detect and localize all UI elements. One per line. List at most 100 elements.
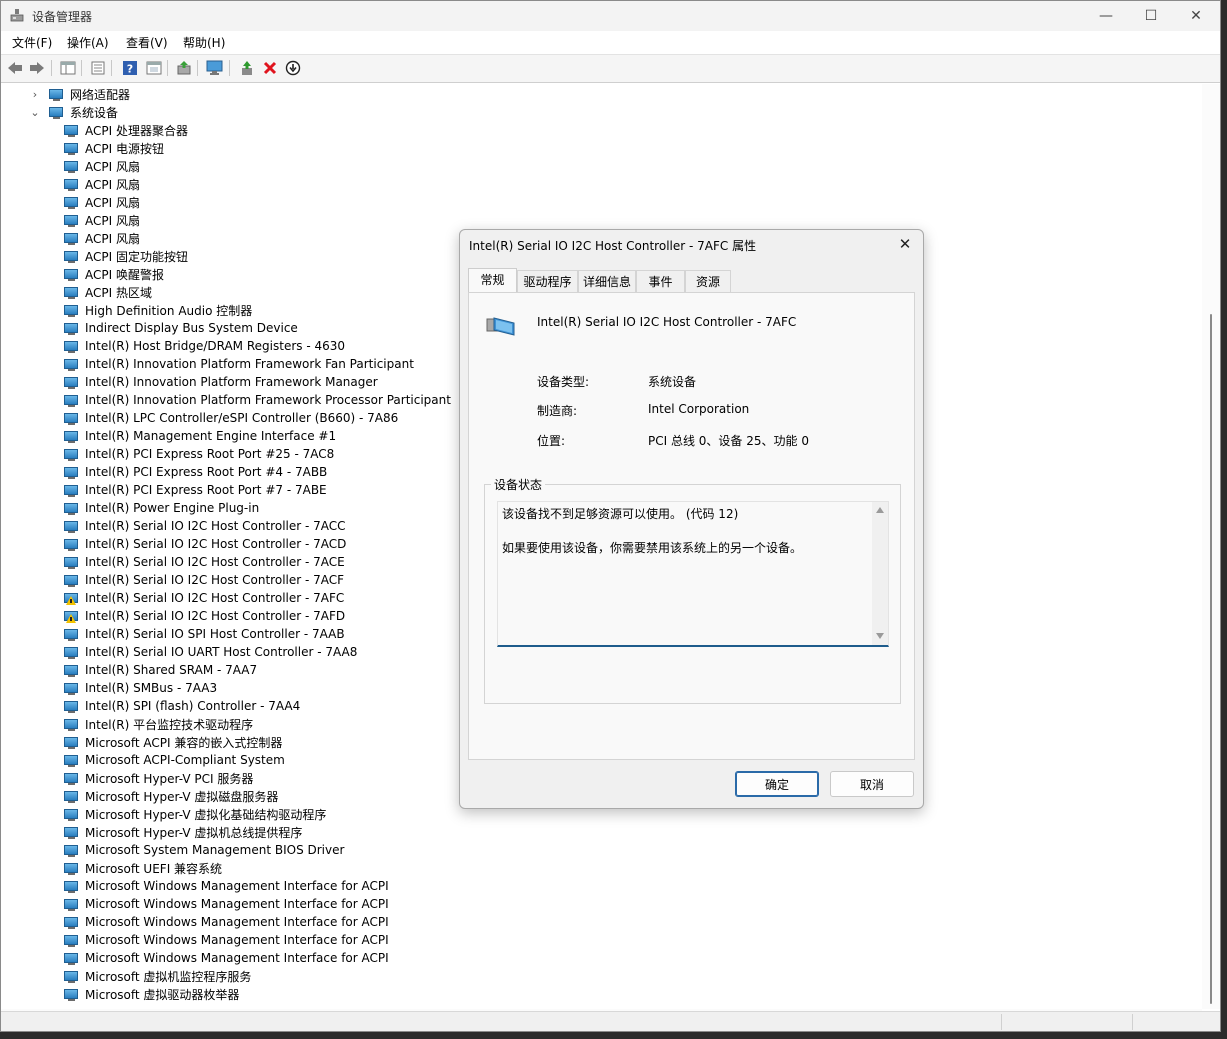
tree-device-item[interactable]: ACPI 风扇: [64, 157, 140, 175]
tree-device-item[interactable]: Intel(R) Management Engine Interface #1: [64, 427, 336, 445]
tree-device-item[interactable]: Intel(R) Innovation Platform Framework P…: [64, 391, 451, 409]
tree-device-item[interactable]: Intel(R) Host Bridge/DRAM Registers - 46…: [64, 337, 345, 355]
tree-device-item[interactable]: Microsoft Hyper-V 虚拟机总线提供程序: [64, 823, 302, 841]
tree-device-item[interactable]: Intel(R) Innovation Platform Framework M…: [64, 373, 378, 391]
tree-device-item[interactable]: Intel(R) Shared SRAM - 7AA7: [64, 661, 257, 679]
minimize-button[interactable]: —: [1083, 1, 1129, 31]
tree-device-label: Microsoft Windows Management Interface f…: [85, 951, 389, 965]
tree-device-item[interactable]: Intel(R) Serial IO SPI Host Controller -…: [64, 625, 345, 643]
menu-help[interactable]: 帮助(H): [183, 34, 225, 51]
tree-device-label: Intel(R) Innovation Platform Framework P…: [85, 393, 451, 407]
chevron-down-icon[interactable]: ⌄: [29, 106, 41, 119]
tree-device-item[interactable]: Intel(R) PCI Express Root Port #4 - 7ABB: [64, 463, 327, 481]
tree-device-item[interactable]: Intel(R) LPC Controller/eSPI Controller …: [64, 409, 398, 427]
status-scrollbar[interactable]: [872, 502, 888, 645]
tab-events[interactable]: 事件: [636, 270, 685, 292]
tree-device-item[interactable]: Intel(R) Serial IO I2C Host Controller -…: [64, 553, 345, 571]
tree-device-item[interactable]: Intel(R) PCI Express Root Port #7 - 7ABE: [64, 481, 327, 499]
scroll-up-icon[interactable]: [876, 507, 884, 513]
tree-vertical-scrollbar[interactable]: [1202, 84, 1220, 1009]
close-button[interactable]: ✕: [1173, 1, 1219, 31]
tab-details[interactable]: 详细信息: [578, 270, 636, 292]
tree-device-label: ACPI 固定功能按钮: [85, 249, 188, 264]
scrollbar-thumb[interactable]: [1210, 314, 1212, 1004]
system-device-icon: [486, 317, 515, 336]
tab-general[interactable]: 常规: [468, 268, 517, 293]
system-device-icon: [64, 502, 79, 515]
tree-device-item[interactable]: Intel(R) SMBus - 7AA3: [64, 679, 217, 697]
system-device-icon: [64, 952, 79, 965]
tree-device-item[interactable]: Microsoft 虚拟驱动器枚举器: [64, 985, 239, 1003]
tree-device-item[interactable]: Microsoft Windows Management Interface f…: [64, 895, 389, 913]
maximize-button[interactable]: ☐: [1128, 1, 1174, 31]
device-status-textbox[interactable]: 该设备找不到足够资源可以使用。 (代码 12) 如果要使用该设备，你需要禁用该系…: [497, 501, 889, 647]
properties-icon[interactable]: [59, 59, 77, 77]
tree-device-item[interactable]: Microsoft 虚拟机监控程序服务: [64, 967, 251, 985]
tree-device-item[interactable]: Microsoft Windows Management Interface f…: [64, 877, 389, 895]
disable-device-icon[interactable]: [284, 59, 302, 77]
system-device-icon: [64, 682, 79, 695]
tree-device-item[interactable]: High Definition Audio 控制器: [64, 301, 252, 319]
tree-device-item[interactable]: Intel(R) Serial IO I2C Host Controller -…: [64, 517, 346, 535]
scroll-down-icon[interactable]: [876, 633, 884, 639]
tree-device-item[interactable]: Intel(R) Serial IO I2C Host Controller -…: [64, 607, 345, 625]
tab-resources[interactable]: 资源: [685, 270, 731, 292]
scan-hardware-icon[interactable]: [206, 59, 224, 77]
back-icon[interactable]: [6, 59, 24, 77]
tree-device-item[interactable]: ACPI 风扇: [64, 175, 140, 193]
tree-device-item[interactable]: Intel(R) Serial IO UART Host Controller …: [64, 643, 357, 661]
update-driver-icon[interactable]: [175, 59, 193, 77]
tree-device-label: ACPI 处理器聚合器: [85, 123, 188, 138]
tree-device-item[interactable]: ACPI 风扇: [64, 193, 140, 211]
tree-device-label: Intel(R) Serial IO I2C Host Controller -…: [85, 573, 345, 587]
chevron-right-icon[interactable]: ›: [29, 88, 41, 101]
tree-device-item[interactable]: Microsoft Windows Management Interface f…: [64, 931, 389, 949]
tree-device-item[interactable]: ACPI 固定功能按钮: [64, 247, 188, 265]
ok-button[interactable]: 确定: [735, 771, 819, 797]
system-device-icon: [64, 376, 79, 389]
uninstall-icon[interactable]: [261, 59, 279, 77]
tree-device-item[interactable]: Intel(R) Serial IO I2C Host Controller -…: [64, 535, 346, 553]
tree-device-item[interactable]: Intel(R) SPI (flash) Controller - 7AA4: [64, 697, 300, 715]
tree-device-item[interactable]: Intel(R) Power Engine Plug-in: [64, 499, 259, 517]
tree-device-item[interactable]: ACPI 风扇: [64, 229, 140, 247]
tree-device-item[interactable]: Microsoft System Management BIOS Driver: [64, 841, 344, 859]
tree-device-item[interactable]: Microsoft Windows Management Interface f…: [64, 949, 389, 967]
menu-view[interactable]: 查看(V): [126, 34, 168, 51]
tree-device-item[interactable]: Intel(R) Serial IO I2C Host Controller -…: [64, 589, 344, 607]
cancel-button[interactable]: 取消: [830, 771, 914, 797]
tree-device-item[interactable]: ACPI 电源按钮: [64, 139, 164, 157]
view-icon[interactable]: [145, 59, 163, 77]
tree-category-network-adapters[interactable]: › 网络适配器: [29, 85, 130, 103]
list-icon[interactable]: [89, 59, 107, 77]
tree-device-item[interactable]: ACPI 热区域: [64, 283, 152, 301]
help-icon[interactable]: ?: [121, 59, 139, 77]
dialog-close-button[interactable]: ✕: [893, 233, 917, 255]
tree-device-item[interactable]: Microsoft Hyper-V 虚拟磁盘服务器: [64, 787, 278, 805]
tree-device-item[interactable]: ACPI 处理器聚合器: [64, 121, 188, 139]
tree-device-label: Microsoft ACPI 兼容的嵌入式控制器: [85, 735, 283, 750]
tree-device-item[interactable]: Intel(R) 平台监控技术驱动程序: [64, 715, 253, 733]
enable-device-icon[interactable]: [238, 59, 256, 77]
system-device-icon: [64, 268, 79, 281]
tree-device-item[interactable]: Microsoft Hyper-V PCI 服务器: [64, 769, 253, 787]
forward-icon[interactable]: [28, 59, 46, 77]
tree-device-item[interactable]: Intel(R) PCI Express Root Port #25 - 7AC…: [64, 445, 334, 463]
tree-device-item[interactable]: Microsoft UEFI 兼容系统: [64, 859, 222, 877]
system-device-icon: [64, 862, 79, 875]
tree-device-item[interactable]: Intel(R) Serial IO I2C Host Controller -…: [64, 571, 344, 589]
properties-dialog: Intel(R) Serial IO I2C Host Controller -…: [459, 229, 924, 809]
menu-action[interactable]: 操作(A): [67, 34, 109, 51]
tab-driver[interactable]: 驱动程序: [517, 270, 578, 292]
tree-category-system-devices[interactable]: ⌄ 系统设备: [29, 103, 118, 121]
tree-device-item[interactable]: ACPI 风扇: [64, 211, 140, 229]
tree-device-item[interactable]: Indirect Display Bus System Device: [64, 319, 298, 337]
tree-device-item[interactable]: Microsoft Hyper-V 虚拟化基础结构驱动程序: [64, 805, 326, 823]
tree-device-item[interactable]: Microsoft ACPI 兼容的嵌入式控制器: [64, 733, 282, 751]
tree-device-item[interactable]: Microsoft Windows Management Interface f…: [64, 913, 389, 931]
tree-device-item[interactable]: Intel(R) Innovation Platform Framework F…: [64, 355, 414, 373]
menu-file[interactable]: 文件(F): [12, 34, 52, 51]
title-bar[interactable]: 设备管理器 — ☐ ✕: [1, 1, 1220, 31]
tree-device-item[interactable]: Microsoft ACPI-Compliant System: [64, 751, 285, 769]
tree-device-item[interactable]: ACPI 唤醒警报: [64, 265, 164, 283]
